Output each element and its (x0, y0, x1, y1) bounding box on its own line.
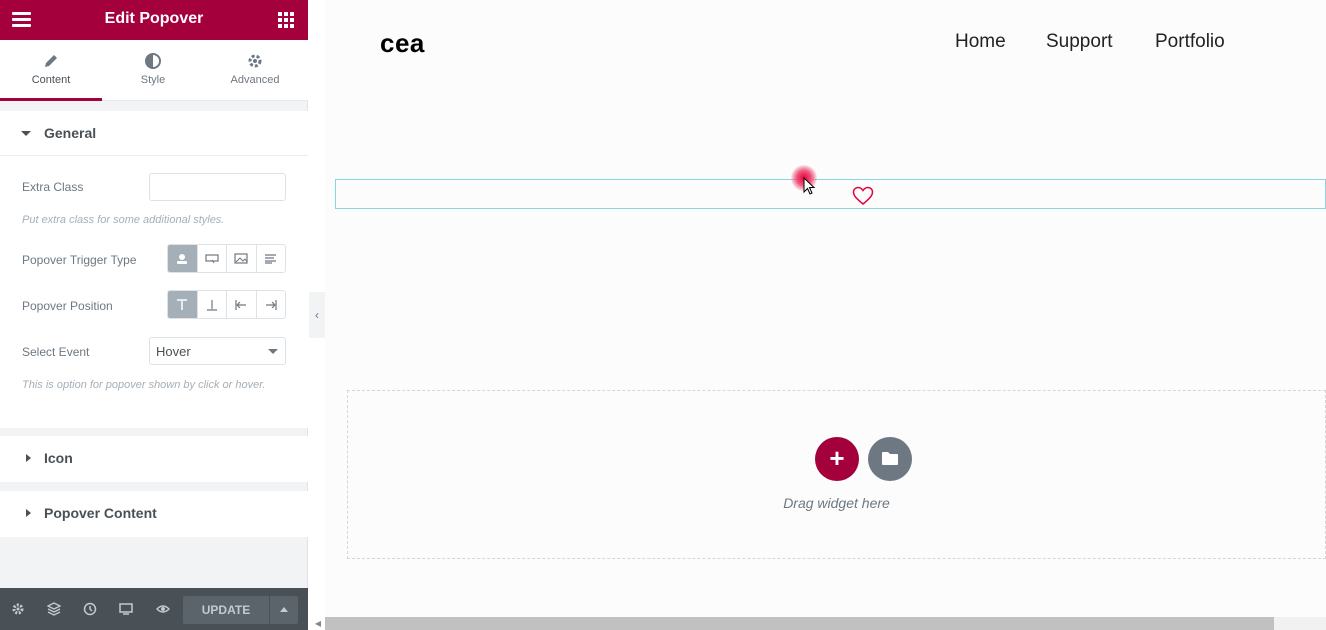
horizontal-scrollbar[interactable]: ◀ (315, 617, 1326, 630)
half-circle-icon (145, 53, 161, 69)
layers-icon[interactable] (47, 602, 61, 616)
tab-content-label: Content (31, 74, 71, 86)
select-event-hint: This is option for popover shown by clic… (22, 379, 266, 391)
section-icon-title: Icon (44, 450, 73, 466)
chevron-up-icon (280, 607, 288, 612)
position-bottom-button[interactable] (198, 291, 227, 318)
position-left-button[interactable] (227, 291, 257, 318)
text-icon (265, 253, 277, 264)
tab-advanced-label: Advanced (230, 74, 280, 86)
align-right-icon (265, 299, 277, 310)
gear-icon (248, 54, 262, 68)
panel-collapse-toggle[interactable]: ‹ (309, 292, 325, 338)
position-top-button[interactable] (168, 291, 198, 318)
settings-icon[interactable] (11, 602, 25, 616)
section-general-header[interactable]: General (0, 111, 308, 156)
tab-style[interactable]: Style (102, 40, 204, 101)
history-icon[interactable] (83, 602, 97, 616)
update-options-button[interactable] (270, 596, 298, 624)
panel-header: Edit Popover (0, 0, 308, 40)
caret-right-icon (26, 454, 31, 462)
align-left-icon (235, 299, 247, 310)
trigger-type-buttons (167, 244, 286, 273)
folder-icon (882, 452, 898, 465)
heart-icon[interactable] (852, 186, 874, 206)
trigger-text-button[interactable] (257, 245, 286, 272)
image-icon (234, 253, 248, 264)
nav-portfolio[interactable]: Portfolio (1155, 31, 1225, 53)
responsive-icon[interactable] (119, 602, 133, 616)
trigger-image-button[interactable] (227, 245, 257, 272)
pencil-icon (45, 55, 57, 67)
preview-icon[interactable] (156, 602, 170, 616)
add-section-dropzone[interactable]: + Drag widget here (347, 390, 1326, 559)
trigger-button-button[interactable] (198, 245, 227, 272)
position-buttons (167, 290, 286, 319)
user-icon (177, 253, 188, 264)
drag-widget-text: Drag widget here (783, 495, 890, 511)
extra-class-input[interactable] (149, 173, 286, 201)
trigger-user-button[interactable] (168, 245, 198, 272)
preview-canvas: cea Home Support Portfolio + Drag widget… (315, 0, 1326, 630)
add-section-button[interactable]: + (815, 437, 859, 481)
section-general-title: General (44, 125, 97, 141)
tab-style-label: Style (140, 74, 166, 86)
trigger-type-label: Popover Trigger Type (22, 253, 137, 267)
caret-down-icon (21, 131, 31, 136)
widgets-grid-icon[interactable] (278, 12, 294, 28)
site-logo[interactable]: cea (380, 28, 425, 59)
section-general-body: Extra Class Put extra class for some add… (0, 156, 308, 428)
select-event-dropdown[interactable]: Hover (149, 337, 286, 365)
chevron-down-icon (268, 349, 278, 354)
template-library-button[interactable] (868, 437, 912, 481)
update-button[interactable]: UPDATE (183, 596, 269, 624)
position-label: Popover Position (22, 299, 113, 313)
section-popover-content-header[interactable]: Popover Content (0, 491, 308, 537)
position-right-button[interactable] (257, 291, 286, 318)
scroll-left-icon[interactable]: ◀ (311, 617, 325, 630)
panel-title: Edit Popover (104, 10, 204, 27)
section-icon-header[interactable]: Icon (0, 436, 308, 482)
select-event-label: Select Event (22, 345, 90, 359)
button-icon (205, 253, 219, 263)
align-bottom-icon (206, 299, 217, 311)
panel-tabs: Content Style Advanced (0, 40, 308, 101)
chevron-left-icon: ‹ (315, 308, 319, 322)
popover-widget[interactable] (335, 179, 1326, 209)
panel-footer: UPDATE (0, 588, 308, 630)
extra-class-hint: Put extra class for some additional styl… (22, 214, 225, 226)
editor-panel: Edit Popover Content Style Advanced Gene… (0, 0, 308, 630)
caret-right-icon (26, 509, 31, 517)
align-top-icon (177, 298, 188, 310)
nav-support[interactable]: Support (1046, 31, 1113, 53)
scrollbar-thumb[interactable] (325, 617, 1274, 630)
nav-home[interactable]: Home (955, 31, 1006, 53)
extra-class-label: Extra Class (22, 180, 84, 194)
mouse-cursor-icon (803, 177, 816, 195)
tab-content[interactable]: Content (0, 40, 102, 101)
select-event-value: Hover (156, 344, 191, 359)
tab-advanced[interactable]: Advanced (204, 40, 306, 101)
section-popover-content-title: Popover Content (44, 505, 157, 521)
